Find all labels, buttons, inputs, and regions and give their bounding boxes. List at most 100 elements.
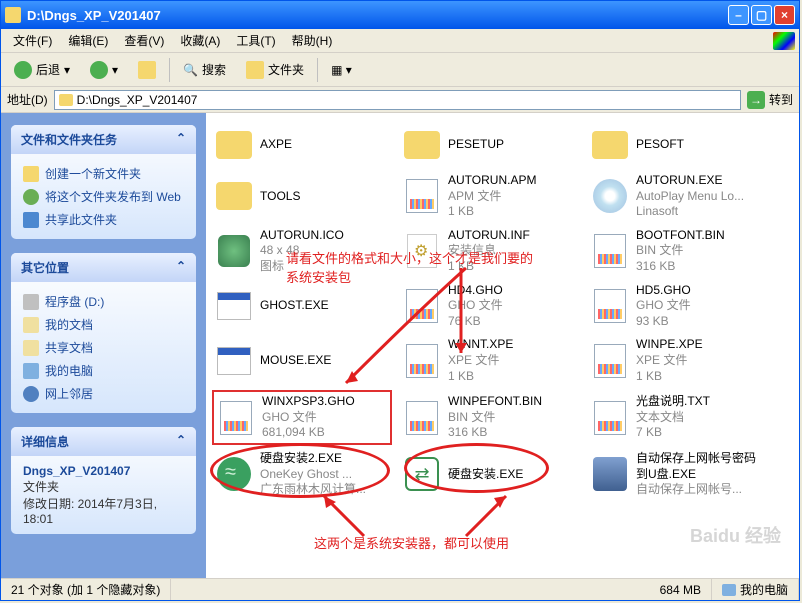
- file-item[interactable]: PESOFT: [588, 123, 768, 167]
- docs-icon: [23, 317, 39, 333]
- folder-icon: [59, 94, 73, 106]
- back-label: 后退: [36, 61, 60, 78]
- exe-icon: [214, 341, 254, 381]
- statusbar: 21 个对象 (加 1 个隐藏对象) 684 MB 我的电脑: [1, 578, 799, 600]
- file-item[interactable]: AUTORUN.ICO48 x 48图标: [212, 226, 392, 277]
- watermark: Baidu 经验: [690, 522, 781, 548]
- menu-edit[interactable]: 编辑(E): [60, 30, 116, 51]
- task-share[interactable]: 共享此文件夹: [23, 208, 184, 231]
- tasks-title: 文件和文件夹任务: [21, 131, 117, 148]
- folder-icon: [5, 7, 21, 23]
- file-item[interactable]: HD5.GHOGHO 文件93 KB: [588, 281, 768, 332]
- file-item[interactable]: TOOLS: [212, 171, 392, 222]
- file-item[interactable]: 硬盘安装2.EXEOneKey Ghost ...广东雨林木风计算...: [212, 449, 392, 500]
- panel-header[interactable]: 文件和文件夹任务 ⌃: [11, 125, 196, 154]
- menu-help[interactable]: 帮助(H): [284, 30, 341, 51]
- place-drive-d[interactable]: 程序盘 (D:): [23, 290, 184, 313]
- tasks-panel: 文件和文件夹任务 ⌃ 创建一个新文件夹 将这个文件夹发布到 Web 共享此文件夹: [11, 125, 196, 239]
- file-label: WINXPSP3.GHOGHO 文件681,094 KB: [262, 394, 388, 441]
- file-label: WINPE.XPEXPE 文件1 KB: [636, 337, 766, 384]
- file-item[interactable]: AUTORUN.APMAPM 文件1 KB: [400, 171, 580, 222]
- task-label: 创建一个新文件夹: [45, 165, 141, 182]
- drive-icon: [23, 294, 39, 310]
- folders-icon: [246, 61, 264, 79]
- status-size: 684 MB: [650, 579, 712, 600]
- collapse-icon: ⌃: [176, 131, 186, 148]
- place-shared[interactable]: 共享文档: [23, 336, 184, 359]
- file-label: 硬盘安装.EXE: [448, 467, 578, 483]
- network-icon: [23, 386, 39, 402]
- up-button[interactable]: [131, 57, 163, 83]
- task-publish[interactable]: 将这个文件夹发布到 Web: [23, 185, 184, 208]
- place-mycomputer[interactable]: 我的电脑: [23, 359, 184, 382]
- green-icon: [214, 454, 254, 494]
- bin-icon: [590, 341, 630, 381]
- file-item[interactable]: BOOTFONT.BINBIN 文件316 KB: [588, 226, 768, 277]
- windows-flag-icon: [773, 32, 795, 50]
- globe-icon: [23, 189, 39, 205]
- back-button[interactable]: 后退 ▾: [7, 57, 77, 83]
- computer-icon: [722, 584, 736, 596]
- folder-icon: [214, 125, 254, 165]
- file-item[interactable]: ⇄硬盘安装.EXE: [400, 449, 580, 500]
- place-network[interactable]: 网上邻居: [23, 382, 184, 405]
- views-button[interactable]: ▦ ▾: [324, 59, 359, 81]
- file-item[interactable]: WINPE.XPEXPE 文件1 KB: [588, 335, 768, 386]
- address-text: D:\Dngs_XP_V201407: [77, 93, 198, 107]
- panel-header[interactable]: 其它位置⌃: [11, 253, 196, 282]
- inf-icon: [402, 231, 442, 271]
- panel-header[interactable]: 详细信息⌃: [11, 427, 196, 456]
- go-label: 转到: [769, 91, 793, 108]
- titlebar[interactable]: D:\Dngs_XP_V201407 – ▢ ×: [1, 1, 799, 29]
- net-icon: [590, 454, 630, 494]
- forward-button[interactable]: ▾: [83, 57, 125, 83]
- file-item[interactable]: WINPEFONT.BINBIN 文件316 KB: [400, 390, 580, 445]
- folders-button[interactable]: 文件夹: [239, 57, 311, 83]
- menubar: 文件(F) 编辑(E) 查看(V) 收藏(A) 工具(T) 帮助(H): [1, 29, 799, 53]
- minimize-button[interactable]: –: [728, 5, 749, 25]
- search-button[interactable]: 🔍 搜索: [176, 57, 233, 82]
- search-label: 搜索: [202, 61, 226, 78]
- file-item[interactable]: AUTORUN.INF安装信息1 KB: [400, 226, 580, 277]
- menu-tools[interactable]: 工具(T): [228, 30, 283, 51]
- folder-icon: [214, 176, 254, 216]
- docs-icon: [23, 340, 39, 356]
- menu-fav[interactable]: 收藏(A): [172, 30, 228, 51]
- close-button[interactable]: ×: [774, 5, 795, 25]
- maximize-button[interactable]: ▢: [751, 5, 772, 25]
- place-label: 我的文档: [45, 316, 93, 333]
- file-label: 光盘说明.TXT文本文档7 KB: [636, 394, 766, 441]
- bin-icon: [402, 341, 442, 381]
- file-item[interactable]: AXPE: [212, 123, 392, 167]
- details-type: 文件夹: [23, 480, 59, 494]
- file-item[interactable]: 自动保存上网帐号密码到U盘.EXE自动保存上网帐号...: [588, 449, 768, 500]
- go-button[interactable]: →转到: [747, 91, 793, 109]
- menu-view[interactable]: 查看(V): [116, 30, 172, 51]
- file-label: WINPEFONT.BINBIN 文件316 KB: [448, 394, 578, 441]
- share-icon: [23, 212, 39, 228]
- status-objects: 21 个对象 (加 1 个隐藏对象): [1, 579, 171, 600]
- place-mydocs[interactable]: 我的文档: [23, 313, 184, 336]
- toolbar: 后退 ▾ ▾ 🔍 搜索 文件夹 ▦ ▾: [1, 53, 799, 87]
- menu-file[interactable]: 文件(F): [5, 30, 60, 51]
- file-label: 自动保存上网帐号密码到U盘.EXE自动保存上网帐号...: [636, 451, 766, 498]
- places-title: 其它位置: [21, 259, 69, 276]
- file-item[interactable]: WINNT.XPEXPE 文件1 KB: [400, 335, 580, 386]
- file-pane[interactable]: AXPEPESETUPPESOFT TOOLSAUTORUN.APMAPM 文件1…: [206, 113, 799, 578]
- file-label: AUTORUN.EXEAutoPlay Menu Lo...Linasoft: [636, 173, 766, 220]
- collapse-icon: ⌃: [176, 433, 186, 450]
- file-item[interactable]: PESETUP: [400, 123, 580, 167]
- file-item[interactable]: MOUSE.EXE: [212, 335, 392, 386]
- task-new-folder[interactable]: 创建一个新文件夹: [23, 162, 184, 185]
- file-item[interactable]: GHOST.EXE: [212, 281, 392, 332]
- address-label: 地址(D): [7, 91, 48, 108]
- file-item[interactable]: HD4.GHOGHO 文件76 KB: [400, 281, 580, 332]
- file-item[interactable]: 光盘说明.TXT文本文档7 KB: [588, 390, 768, 445]
- details-modified: 修改日期: 2014年7月3日, 18:01: [23, 497, 157, 526]
- places-panel: 其它位置⌃ 程序盘 (D:) 我的文档 共享文档 我的电脑 网上邻居: [11, 253, 196, 413]
- exe-icon: [214, 286, 254, 326]
- file-item[interactable]: AUTORUN.EXEAutoPlay Menu Lo...Linasoft: [588, 171, 768, 222]
- file-item[interactable]: WINXPSP3.GHOGHO 文件681,094 KB: [212, 390, 392, 445]
- place-label: 程序盘 (D:): [45, 293, 104, 310]
- address-input[interactable]: D:\Dngs_XP_V201407: [54, 90, 741, 110]
